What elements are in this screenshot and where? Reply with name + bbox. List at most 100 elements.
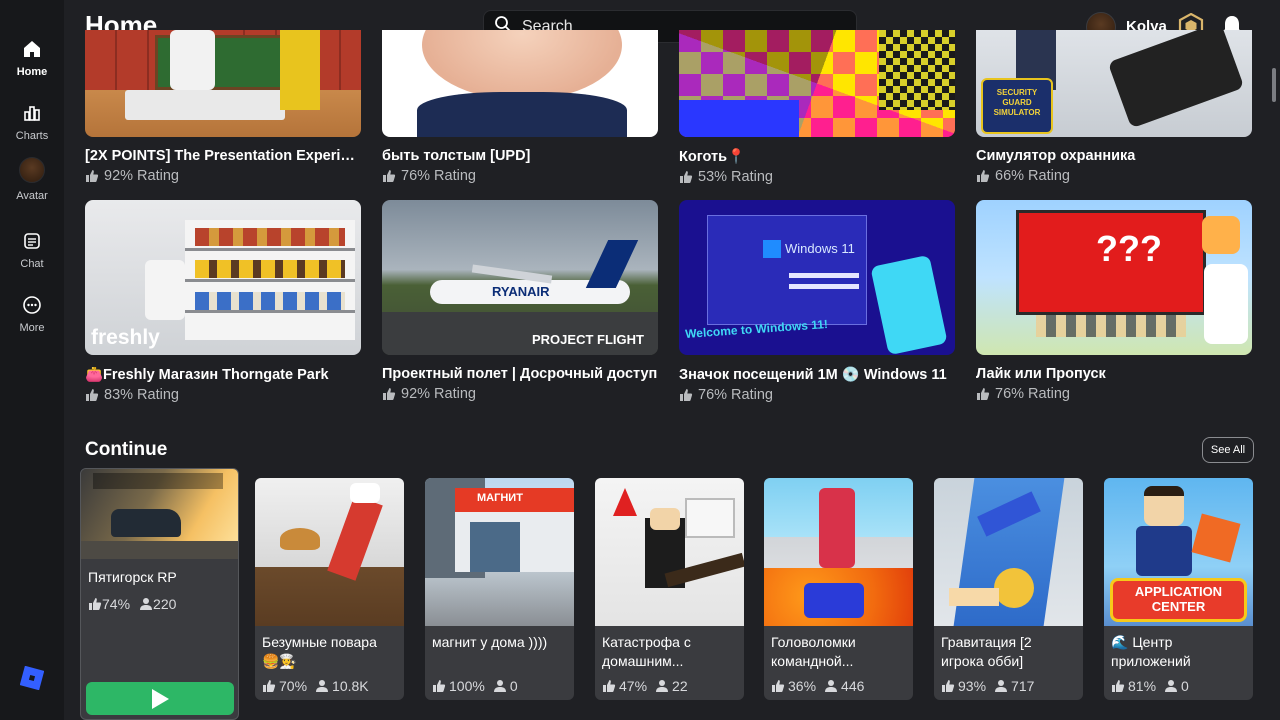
- play-button[interactable]: [86, 682, 234, 715]
- sidebar-item-home[interactable]: Home: [0, 30, 64, 86]
- see-all-button[interactable]: See All: [1202, 437, 1254, 463]
- players-icon: [995, 680, 1008, 692]
- rating-text: 36%: [788, 678, 817, 694]
- game-card[interactable]: Коготь📍 53% Rating: [679, 30, 955, 185]
- featured-continue-card[interactable]: Пятигорск RP 74% 220: [80, 468, 239, 720]
- rating-text: 92% Rating: [401, 386, 476, 402]
- sidebar-item-more[interactable]: More: [0, 286, 64, 342]
- thumbs-up-icon: [680, 171, 693, 183]
- game-thumbnail: [595, 478, 744, 626]
- thumb-caption: APPLICATION CENTER: [1134, 584, 1223, 614]
- thumb-caption: ???: [1096, 228, 1162, 269]
- game-thumbnail: МАГНИТ: [425, 478, 574, 626]
- thumbs-up-icon: [1112, 680, 1125, 692]
- continue-card[interactable]: МАГНИТ магнит у дома )))) 100% 0: [425, 478, 574, 700]
- players-text: 10.8K: [332, 678, 369, 694]
- game-stats: 74% 220: [81, 585, 238, 623]
- game-title: 🌊 Центр приложений: [1111, 634, 1191, 669]
- game-thumbnail: ???: [976, 200, 1252, 355]
- thumbs-up-icon: [383, 170, 396, 182]
- continue-card[interactable]: Катастрофа с домашним... 47% 22: [595, 478, 744, 700]
- game-card[interactable]: [2X POINTS] The Presentation Experience …: [85, 30, 361, 184]
- game-thumbnail: freshly: [85, 200, 361, 355]
- sidebar-label: Home: [16, 66, 48, 78]
- home-icon: [21, 38, 43, 60]
- game-thumbnail: [255, 478, 404, 626]
- sidebar: Home Charts Avatar Chat More: [0, 0, 64, 720]
- rating-text: 83% Rating: [104, 387, 179, 403]
- players-icon: [493, 680, 506, 692]
- continue-card[interactable]: Гравитация [2 игрока обби] 93% 717: [934, 478, 1083, 700]
- game-title: Лайк или Пропуск: [976, 366, 1106, 382]
- game-thumbnail: RYANAIR PROJECT FLIGHT: [382, 200, 658, 355]
- sidebar-item-charts[interactable]: Charts: [0, 94, 64, 150]
- game-title: Проектный полет | Досрочный доступ: [382, 366, 658, 382]
- play-icon: [152, 688, 169, 709]
- players-text: 717: [1011, 678, 1035, 694]
- thumb-caption: RYANAIR: [492, 284, 550, 299]
- roblox-logo-icon[interactable]: [19, 665, 45, 691]
- game-rating: 76% Rating: [976, 386, 1252, 402]
- scrollbar[interactable]: [1272, 68, 1276, 102]
- game-rating: 66% Rating: [976, 168, 1252, 184]
- game-title: Безумные повара 🍔👩‍🍳: [262, 634, 377, 669]
- continue-card[interactable]: APPLICATION CENTER 🌊 Центр приложений 81…: [1104, 478, 1253, 700]
- game-card[interactable]: freshly 👛Freshly Магазин Thorngate Park …: [85, 200, 361, 403]
- game-rating: 92% Rating: [85, 168, 361, 184]
- sidebar-label: More: [19, 322, 45, 334]
- rating-text: 70%: [279, 678, 308, 694]
- sidebar-label: Avatar: [16, 190, 48, 202]
- rating-text: 81%: [1128, 678, 1157, 694]
- thumbs-up-icon: [603, 680, 616, 692]
- game-thumbnail: [764, 478, 913, 626]
- players-icon: [656, 680, 669, 692]
- continue-card[interactable]: Безумные повара 🍔👩‍🍳 70% 10.8K: [255, 478, 404, 700]
- thumbs-up-icon: [977, 388, 990, 400]
- sidebar-label: Charts: [15, 130, 49, 142]
- game-thumbnail: APPLICATION CENTER: [1104, 478, 1253, 626]
- rating-text: 76% Rating: [698, 387, 773, 403]
- game-card[interactable]: RYANAIR PROJECT FLIGHT Проектный полет |…: [382, 200, 658, 402]
- game-stats: 81% 0: [1104, 672, 1253, 700]
- rating-text: 66% Rating: [995, 168, 1070, 184]
- game-title: Гравитация [2 игрока обби]: [941, 634, 1032, 669]
- thumbs-up-icon: [942, 680, 955, 692]
- sidebar-item-chat[interactable]: Chat: [0, 222, 64, 278]
- thumbs-up-icon: [772, 680, 785, 692]
- game-card[interactable]: SECURITY GUARD SIMULATOR Симулятор охран…: [976, 30, 1252, 184]
- rating-text: 92% Rating: [104, 168, 179, 184]
- players-icon: [316, 680, 329, 692]
- game-stats: 36% 446: [764, 672, 913, 700]
- sidebar-label: Chat: [20, 258, 44, 270]
- game-thumbnail: [934, 478, 1083, 626]
- game-title: Значок посещений 1M 💿 Windows 11: [679, 367, 947, 383]
- game-title: Коготь📍: [679, 149, 746, 165]
- game-card[interactable]: Windows 11 Welcome to Windows 11! Значок…: [679, 200, 955, 403]
- thumb-caption: freshly: [91, 326, 160, 349]
- game-rating: 53% Rating: [679, 169, 955, 185]
- players-text: 446: [841, 678, 865, 694]
- thumbs-up-icon: [977, 170, 990, 182]
- game-stats: 100% 0: [425, 672, 574, 700]
- game-rating: 83% Rating: [85, 387, 361, 403]
- rating-text: 74%: [102, 596, 131, 612]
- game-title: 👛Freshly Магазин Thorngate Park: [85, 367, 329, 383]
- continue-card[interactable]: Головоломки командной... 36% 446: [764, 478, 913, 700]
- game-stats: 47% 22: [595, 672, 744, 700]
- sidebar-item-avatar[interactable]: Avatar: [0, 154, 64, 210]
- game-rating: 76% Rating: [679, 387, 955, 403]
- game-thumbnail: SECURITY GUARD SIMULATOR: [976, 30, 1252, 137]
- game-title: быть толстым [UPD]: [382, 148, 531, 164]
- game-stats: 93% 717: [934, 672, 1083, 700]
- game-card[interactable]: ??? Лайк или Пропуск 76% Rating: [976, 200, 1252, 402]
- thumbs-up-icon: [680, 389, 693, 401]
- thumbs-up-icon: [89, 598, 102, 610]
- thumbs-up-icon: [86, 170, 99, 182]
- thumb-caption: Windows 11: [785, 241, 855, 256]
- game-card[interactable]: быть толстым [UPD] 76% Rating: [382, 30, 658, 184]
- players-icon: [140, 598, 153, 610]
- game-title: Симулятор охранника: [976, 148, 1136, 164]
- section-title-continue: Continue: [85, 439, 168, 460]
- rating-text: 76% Rating: [995, 386, 1070, 402]
- players-text: 0: [509, 678, 518, 694]
